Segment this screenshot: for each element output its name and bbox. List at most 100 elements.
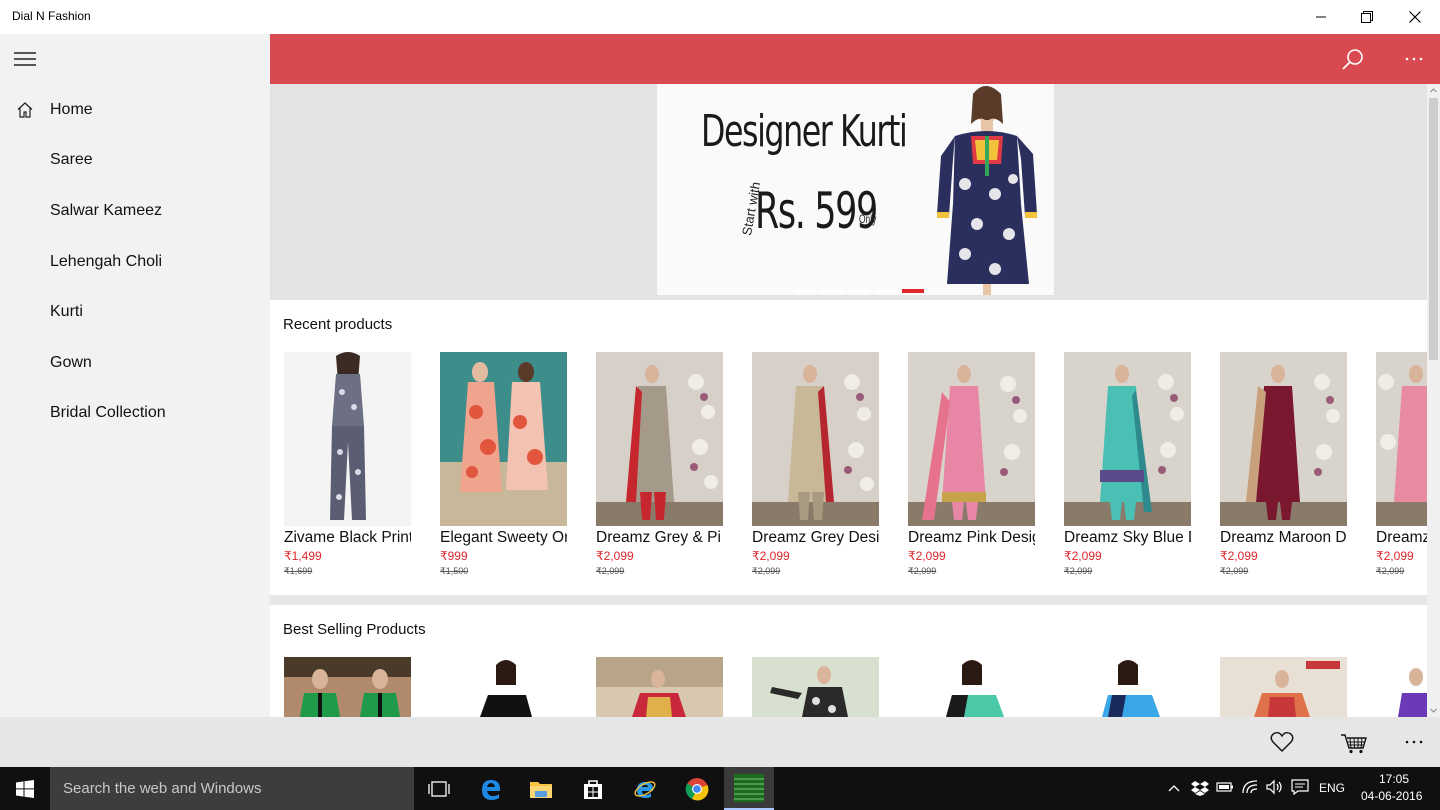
task-view-button[interactable] [414,767,464,810]
hamburger-icon [14,52,36,66]
edge-browser-button[interactable] [466,767,516,810]
minimize-icon [1316,16,1326,18]
best-selling-product-image[interactable] [752,657,879,717]
product-old-price: ₹2,099 [1220,566,1249,576]
product-name: Zivame Black Print [284,529,411,546]
taskbar-search-box[interactable]: Search the web and Windows [50,767,414,810]
sidebar: Home Saree Salwar Kameez Lehengah Choli … [0,34,270,767]
store-icon [584,779,602,799]
product-name: Dreamz Maroon D [1220,529,1347,546]
volume-icon [1266,779,1282,795]
product-card[interactable]: Elegant Sweety Or ₹999 ₹1,500 [440,352,567,592]
clock-time[interactable]: 17:05 [1379,772,1409,786]
product-name: Dreamz Sky Blue D [1064,529,1191,546]
product-old-price: ₹2,099 [1376,566,1405,576]
more-icon [1405,740,1423,744]
home-icon [17,102,33,118]
product-card[interactable]: Dreamz Sky Blue D ₹2,099 ₹2,099 [1064,352,1191,592]
product-card[interactable]: Dreamz ₹2,099 ₹2,099 [1376,352,1427,592]
taskbar-search-placeholder: Search the web and Windows [63,780,262,797]
carousel-dot[interactable] [848,289,870,293]
product-name: Elegant Sweety Or [440,529,567,546]
best-selling-product-image[interactable] [596,657,723,717]
sidebar-item-lehengah-choli[interactable]: Lehengah Choli [0,237,270,287]
store-button[interactable] [568,767,618,810]
product-card[interactable]: Dreamz Pink Desig ₹2,099 ₹2,099 [908,352,1035,592]
internet-explorer-icon [634,780,656,798]
product-image [1220,352,1347,526]
app-bar-more-button[interactable] [1388,717,1440,767]
sidebar-item-label: Saree [50,151,93,168]
product-price: ₹999 [440,549,468,563]
sidebar-item-saree[interactable]: Saree [0,135,270,185]
product-name: Dreamz Pink Desig [908,529,1035,546]
search-button[interactable] [1328,34,1378,84]
banner-carousel[interactable]: Designer Kurti Start with Rs. 599 Only [270,84,1427,300]
restore-button[interactable] [1344,0,1390,34]
product-old-price: ₹1,500 [440,566,469,576]
bottom-app-bar [0,717,1440,767]
windows-taskbar: Search the web and Windows ENG 17:05 04-… [0,767,1440,810]
best-selling-product-image[interactable] [284,657,411,717]
dial-n-fashion-app-button[interactable] [724,767,774,810]
app-window: Dial N Fashion Home Saree Salwar Kameez … [0,0,1440,767]
banner-model-image [937,86,1037,295]
product-image [1064,352,1191,526]
sidebar-item-bridal-collection[interactable]: Bridal Collection [0,388,270,438]
battery-icon [1216,782,1233,792]
carousel-dot-active[interactable] [902,289,924,293]
file-explorer-button[interactable] [516,767,566,810]
folder-icon [530,781,552,798]
minimize-button[interactable] [1298,0,1344,34]
product-name: Dreamz Grey & Pi [596,529,721,546]
carousel-indicators [794,289,924,294]
search-icon [1342,49,1363,70]
sidebar-item-label: Lehengah Choli [50,253,163,270]
sidebar-item-salwar-kameez[interactable]: Salwar Kameez [0,186,270,236]
product-card[interactable]: Dreamz Maroon D ₹2,099 ₹2,099 [1220,352,1347,592]
product-old-price: ₹2,099 [908,566,937,576]
window-title: Dial N Fashion [12,9,91,23]
product-card[interactable]: Dreamz Grey Desi ₹2,099 ₹2,099 [752,352,879,592]
cart-button[interactable] [1328,717,1380,767]
product-price: ₹2,099 [1376,549,1414,563]
app-tile-icon [734,773,764,802]
chrome-button[interactable] [672,767,722,810]
close-icon [1409,11,1421,23]
product-card[interactable]: Dreamz Grey & Pi ₹2,099 ₹2,099 [596,352,723,592]
edge-icon [482,779,500,800]
windows-logo-icon [16,779,34,798]
product-price: ₹2,099 [1064,549,1102,563]
more-icon [1405,57,1423,61]
carousel-dot[interactable] [875,289,897,293]
product-card[interactable]: Zivame Black Print ₹1,499 ₹1,699 [284,352,411,592]
close-button[interactable] [1392,0,1438,34]
banner-slide[interactable]: Designer Kurti Start with Rs. 599 Only [657,84,1054,295]
product-image [908,352,1035,526]
best-selling-product-image[interactable] [908,657,1035,717]
product-image [596,352,723,526]
main-content: Designer Kurti Start with Rs. 599 Only R… [270,84,1427,717]
task-view-icon [428,780,450,797]
restore-icon [1361,11,1373,23]
best-selling-product-image[interactable] [1220,657,1347,717]
clock-date[interactable]: 04-06-2016 [1361,789,1422,803]
best-selling-product-image[interactable] [1376,657,1427,717]
sidebar-item-gown[interactable]: Gown [0,338,270,388]
vertical-scrollbar[interactable] [1427,84,1440,717]
carousel-dot[interactable] [821,289,843,293]
best-selling-product-image[interactable] [1064,657,1191,717]
hamburger-menu-button[interactable] [0,34,50,84]
sidebar-item-kurti[interactable]: Kurti [0,287,270,337]
product-price: ₹1,499 [284,549,322,563]
carousel-dot[interactable] [794,289,816,293]
sidebar-item-home[interactable]: Home [0,85,270,135]
title-bar: Dial N Fashion [0,0,1440,34]
input-language-indicator[interactable]: ENG [1319,781,1345,795]
scrollbar-thumb[interactable] [1429,98,1438,360]
more-options-button[interactable] [1389,34,1439,84]
best-selling-product-image[interactable] [440,657,567,717]
internet-explorer-button[interactable] [620,767,670,810]
wishlist-button[interactable] [1256,717,1308,767]
start-button[interactable] [0,767,50,810]
